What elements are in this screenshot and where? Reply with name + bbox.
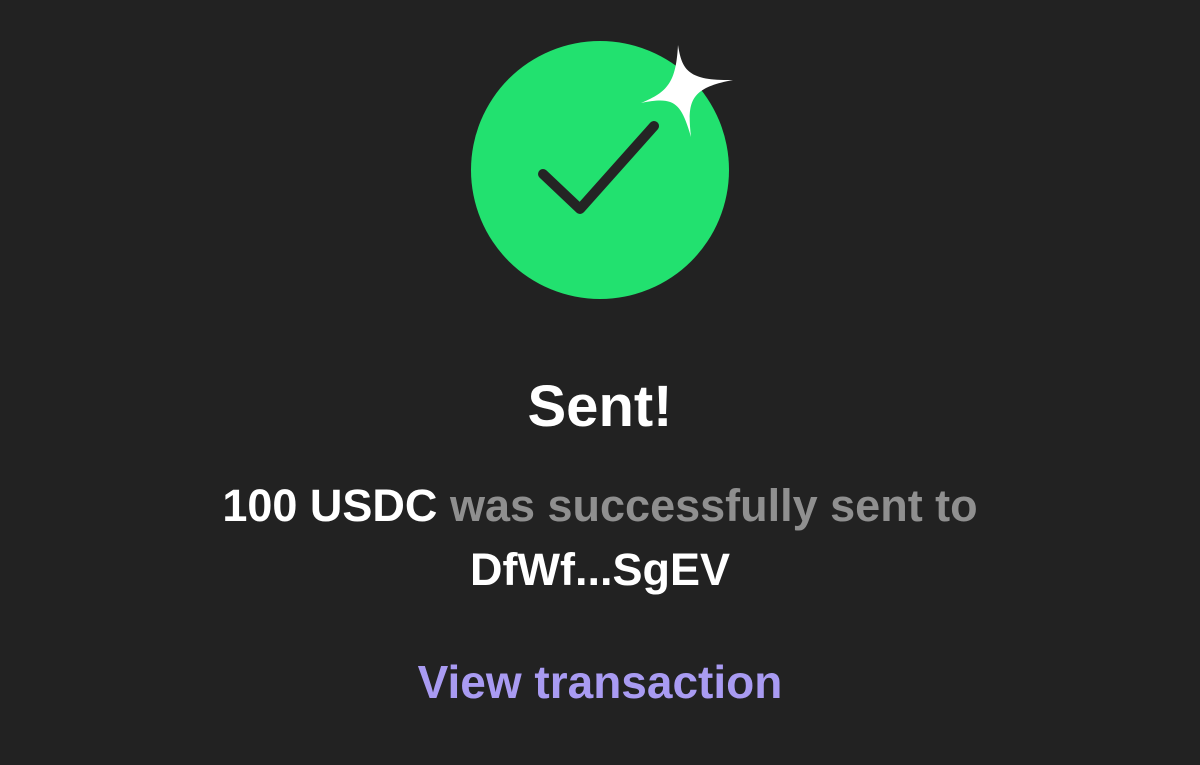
transaction-success-screen: Sent! 100 USDC was successfully sent to … bbox=[0, 0, 1200, 765]
success-title: Sent! bbox=[527, 374, 673, 439]
success-illustration bbox=[0, 0, 1200, 320]
view-transaction-container: View transaction bbox=[0, 650, 1200, 714]
success-message-text: was successfully sent to bbox=[449, 480, 978, 531]
success-message: 100 USDC was successfully sent to DfWf..… bbox=[0, 474, 1200, 602]
view-transaction-link[interactable]: View transaction bbox=[418, 656, 783, 708]
recipient-address: DfWf...SgEV bbox=[470, 544, 730, 595]
sent-amount: 100 USDC bbox=[222, 480, 438, 531]
